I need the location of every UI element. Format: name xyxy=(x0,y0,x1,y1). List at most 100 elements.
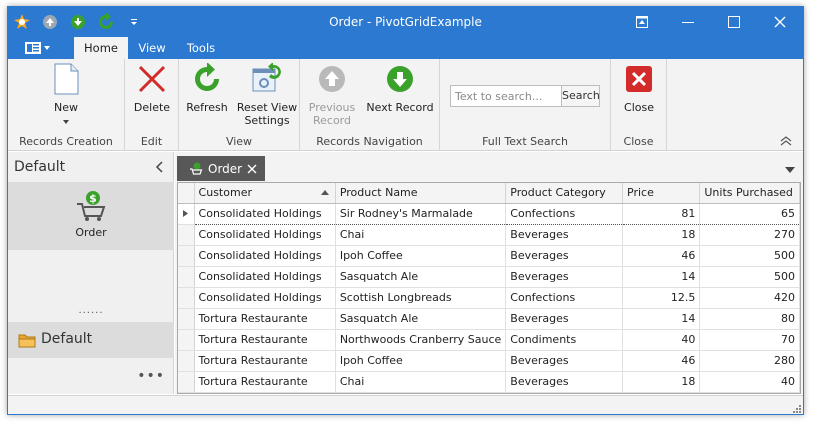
table-row[interactable]: Tortura Restaurante Ipoh Coffee Beverage… xyxy=(178,350,800,372)
column-header-price[interactable]: Price xyxy=(622,183,701,204)
cell-customer[interactable]: Tortura Restaurante xyxy=(194,371,336,393)
cell-units-purchased[interactable]: 65 xyxy=(699,202,800,225)
cell-customer[interactable]: Consolidated Holdings xyxy=(194,245,336,267)
tab-view[interactable]: View xyxy=(133,37,171,59)
cell-units-purchased[interactable]: 500 xyxy=(699,266,800,288)
cell-product-name[interactable]: Sasquatch Ale xyxy=(335,308,507,330)
close-button[interactable]: Close xyxy=(615,63,663,114)
cell-product-name[interactable]: Northwoods Cranberry Sauce xyxy=(335,329,507,351)
nav-splitter[interactable]: ...... xyxy=(8,306,174,316)
current-row-arrow-icon xyxy=(183,210,189,217)
cell-units-purchased[interactable]: 80 xyxy=(699,308,800,330)
table-row[interactable]: Tortura Restaurante Sasquatch Ale Bevera… xyxy=(178,308,800,330)
search-input[interactable] xyxy=(451,86,561,106)
doc-tab-order[interactable]: Order xyxy=(177,156,265,181)
group-label-records-navigation: Records Navigation xyxy=(316,135,423,148)
table-row[interactable]: Consolidated Holdings Ipoh Coffee Bevera… xyxy=(178,245,800,267)
cell-units-purchased[interactable]: 500 xyxy=(699,245,800,267)
svg-text:$: $ xyxy=(89,192,97,205)
more-options-icon[interactable]: ••• xyxy=(137,368,165,384)
cell-product-category[interactable]: Confections xyxy=(505,202,624,225)
cell-price[interactable]: 40 xyxy=(622,329,701,351)
group-label-view: View xyxy=(225,135,253,148)
app-menu-icon xyxy=(25,42,41,54)
application-menu-button[interactable] xyxy=(20,39,54,57)
close-icon[interactable] xyxy=(757,7,803,37)
tab-tools[interactable]: Tools xyxy=(181,37,221,59)
column-header-product-name[interactable]: Product Name xyxy=(335,183,507,204)
cell-units-purchased[interactable]: 40 xyxy=(699,371,800,393)
previous-record-label-1: Previous xyxy=(308,101,356,114)
cell-customer[interactable]: Tortura Restaurante xyxy=(194,308,336,330)
cell-product-name[interactable]: Ipoh Coffee xyxy=(335,245,507,267)
cell-customer[interactable]: Tortura Restaurante xyxy=(194,350,336,372)
refresh-button[interactable]: Refresh xyxy=(183,63,231,114)
cell-customer[interactable]: Consolidated Holdings xyxy=(194,224,336,246)
table-row[interactable]: Consolidated Holdings Scottish Longbread… xyxy=(178,287,800,309)
cell-customer[interactable]: Consolidated Holdings xyxy=(194,266,336,288)
cell-price[interactable]: 14 xyxy=(622,308,701,330)
cell-product-category[interactable]: Beverages xyxy=(505,224,624,246)
collapse-ribbon-icon[interactable] xyxy=(779,135,793,147)
cell-customer[interactable]: Consolidated Holdings xyxy=(194,202,336,225)
table-row[interactable]: Tortura Restaurante Northwoods Cranberry… xyxy=(178,329,800,351)
search-button[interactable]: Search xyxy=(561,86,600,106)
row-indicator xyxy=(178,287,195,309)
cell-product-category[interactable]: Confections xyxy=(505,287,624,309)
cell-price[interactable]: 81 xyxy=(622,202,701,225)
tab-list-dropdown-icon[interactable] xyxy=(785,164,795,173)
cell-product-name[interactable]: Chai xyxy=(335,371,507,393)
previous-record-button[interactable]: Previous Record xyxy=(304,63,360,127)
group-label-full-text-search: Full Text Search xyxy=(482,135,568,148)
cell-price[interactable]: 12.5 xyxy=(622,287,701,309)
maximize-icon[interactable] xyxy=(711,7,757,37)
cell-product-category[interactable]: Condiments xyxy=(505,329,624,351)
cell-product-category[interactable]: Beverages xyxy=(505,266,624,288)
cell-price[interactable]: 18 xyxy=(622,224,701,246)
restore-ribbon-icon[interactable] xyxy=(619,7,665,37)
next-record-button[interactable]: Next Record xyxy=(364,63,436,114)
new-document-icon xyxy=(50,63,82,95)
cell-product-name[interactable]: Sasquatch Ale xyxy=(335,266,507,288)
nav-header-title: Default xyxy=(14,159,66,175)
close-button-label: Close xyxy=(624,101,654,114)
cell-units-purchased[interactable]: 270 xyxy=(699,224,800,246)
cell-customer[interactable]: Tortura Restaurante xyxy=(194,329,336,351)
cell-product-category[interactable]: Beverages xyxy=(505,350,624,372)
collapse-nav-icon[interactable] xyxy=(154,160,166,174)
cell-product-name[interactable]: Scottish Longbreads xyxy=(335,287,507,309)
minimize-icon[interactable] xyxy=(665,7,711,37)
table-row[interactable]: Tortura Restaurante Chai Beverages 18 40 xyxy=(178,371,800,393)
column-header-product-category[interactable]: Product Category xyxy=(505,183,624,204)
cell-product-name[interactable]: Ipoh Coffee xyxy=(335,350,507,372)
cell-units-purchased[interactable]: 70 xyxy=(699,329,800,351)
previous-record-label-2: Record xyxy=(312,114,351,127)
cell-product-category[interactable]: Beverages xyxy=(505,308,624,330)
cell-customer[interactable]: Consolidated Holdings xyxy=(194,287,336,309)
close-tab-icon[interactable] xyxy=(247,164,257,174)
cell-price[interactable]: 46 xyxy=(622,350,701,372)
cell-product-category[interactable]: Beverages xyxy=(505,371,624,393)
cell-price[interactable]: 14 xyxy=(622,266,701,288)
column-header-units-purchased[interactable]: Units Purchased xyxy=(699,183,800,204)
column-header-customer[interactable]: Customer xyxy=(194,183,336,204)
cell-price[interactable]: 46 xyxy=(622,245,701,267)
delete-button[interactable]: Delete xyxy=(129,63,175,114)
cell-product-name[interactable]: Chai xyxy=(335,224,507,246)
cell-units-purchased[interactable]: 280 xyxy=(699,350,800,372)
document-area: Order Customer Product Name Product Cate… xyxy=(175,152,803,394)
cell-product-category[interactable]: Beverages xyxy=(505,245,624,267)
resize-grip-icon[interactable] xyxy=(791,403,801,413)
reset-view-label-2: Settings xyxy=(244,114,290,127)
reset-view-settings-button[interactable]: Reset View Settings xyxy=(235,63,299,127)
nav-group-default[interactable]: Default xyxy=(8,322,174,358)
table-row[interactable]: Consolidated Holdings Sasquatch Ale Beve… xyxy=(178,266,800,288)
cell-price[interactable]: 18 xyxy=(622,371,701,393)
tab-home[interactable]: Home xyxy=(74,37,128,59)
cell-product-name[interactable]: Sir Rodney's Marmalade xyxy=(335,202,507,225)
table-row[interactable]: Consolidated Holdings Sir Rodney's Marma… xyxy=(178,202,800,225)
cell-units-purchased[interactable]: 420 xyxy=(699,287,800,309)
table-row[interactable]: Consolidated Holdings Chai Beverages 18 … xyxy=(178,224,800,246)
new-button[interactable]: New xyxy=(36,63,96,127)
nav-item-order[interactable]: $ Order xyxy=(8,182,174,250)
